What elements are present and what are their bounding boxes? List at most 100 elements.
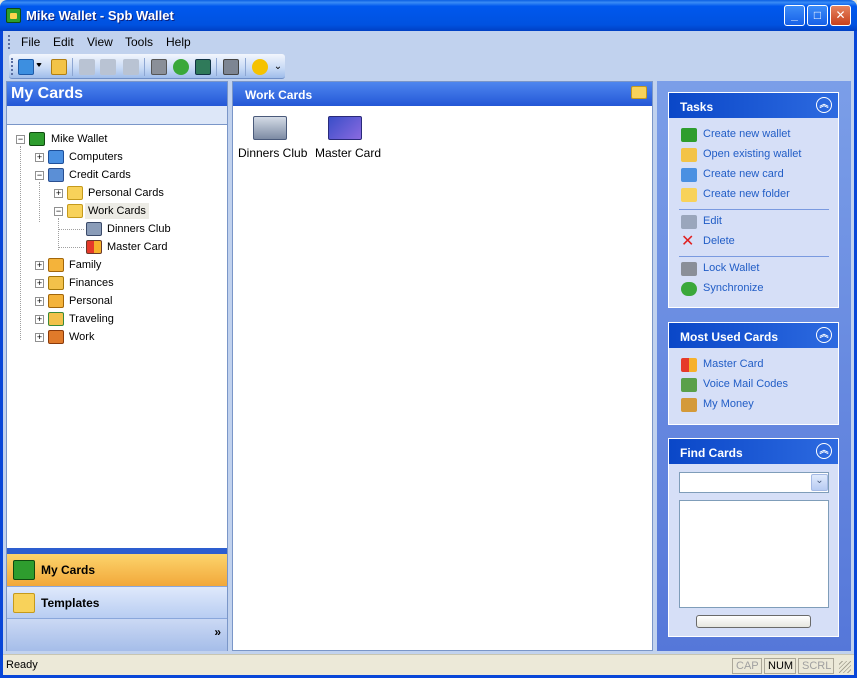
toolbar-separator <box>72 58 73 76</box>
save-icon[interactable] <box>195 59 211 75</box>
tree-expand-toggle[interactable]: + <box>35 279 44 288</box>
toolbar-overflow-icon[interactable]: ⌄ <box>273 62 283 76</box>
menu-view[interactable]: View <box>87 35 113 49</box>
help-icon[interactable] <box>252 59 268 75</box>
menu-file[interactable]: File <box>21 35 40 49</box>
new-card-icon[interactable] <box>18 59 34 75</box>
copy-icon[interactable] <box>100 59 116 75</box>
tree-item-work-cards[interactable]: Work Cards <box>85 203 149 219</box>
paste-icon[interactable] <box>123 59 139 75</box>
tree-collapse-toggle[interactable]: − <box>16 135 25 144</box>
wallet-app-icon[interactable] <box>6 8 21 23</box>
tree-expand-toggle[interactable]: + <box>54 189 63 198</box>
personal-icon <box>48 294 64 308</box>
task-separator <box>679 256 829 257</box>
lock-icon <box>681 262 697 276</box>
synchronize-link[interactable]: Synchronize <box>703 282 764 294</box>
find-button[interactable] <box>696 615 811 628</box>
card-label-master-card[interactable]: Master Card <box>315 146 381 160</box>
new-card-dropdown-icon[interactable] <box>36 63 42 69</box>
dropdown-arrow-icon[interactable]: ⌄ <box>811 474 828 491</box>
credit-card-icon <box>48 168 64 182</box>
resize-grip-icon[interactable] <box>839 661 851 673</box>
finances-icon <box>48 276 64 290</box>
collapse-icon[interactable]: ︽ <box>816 443 832 459</box>
find-cards-title: Find Cards <box>680 446 743 460</box>
tree-item-mike-wallet[interactable]: Mike Wallet <box>51 131 107 147</box>
most-used-master-card-link[interactable]: Master Card <box>703 358 764 370</box>
lock-icon[interactable] <box>151 59 167 75</box>
find-cards-dropdown[interactable]: ⌄ <box>679 472 829 493</box>
find-cards-body: ⌄ <box>669 464 838 636</box>
wallet-icon <box>13 560 35 580</box>
master-card-icon <box>681 358 697 372</box>
tree-collapse-toggle[interactable]: − <box>54 207 63 216</box>
toolbar-separator <box>245 58 246 76</box>
delete-icon: ✕ <box>681 233 695 250</box>
most-used-header[interactable]: Most Used Cards ︽ <box>669 323 838 348</box>
tree-item-dinners-club[interactable]: Dinners Club <box>107 221 171 237</box>
most-used-my-money-link[interactable]: My Money <box>703 398 754 410</box>
most-used-voice-mail-codes-link[interactable]: Voice Mail Codes <box>703 378 788 390</box>
open-existing-wallet-link[interactable]: Open existing wallet <box>703 148 801 160</box>
family-icon <box>48 258 64 272</box>
lock-wallet-link[interactable]: Lock Wallet <box>703 262 759 274</box>
tree-item-computers[interactable]: Computers <box>69 149 123 165</box>
synchronize-icon[interactable] <box>173 59 189 75</box>
status-text: Ready <box>6 659 38 671</box>
delete-link[interactable]: Delete <box>703 235 735 247</box>
maximize-button[interactable]: □ <box>807 5 828 26</box>
task-pane: Tasks ︽ Create new wallet Open existing … <box>657 81 851 651</box>
minimize-button[interactable]: _ <box>784 5 805 26</box>
nav-my-cards-button[interactable]: My Cards <box>7 554 227 586</box>
most-used-body: Master Card Voice Mail Codes My Money <box>669 348 838 424</box>
tree-expand-toggle[interactable]: + <box>35 153 44 162</box>
collapse-icon[interactable]: ︽ <box>816 97 832 113</box>
tree-item-traveling[interactable]: Traveling <box>69 311 114 327</box>
nav-templates-button[interactable]: Templates <box>7 586 227 618</box>
tree-item-personal[interactable]: Personal <box>69 293 112 309</box>
find-cards-header[interactable]: Find Cards ︽ <box>669 439 838 464</box>
card-label-dinners-club[interactable]: Dinners Club <box>238 146 307 160</box>
close-button[interactable]: ✕ <box>830 5 851 26</box>
tree-expand-toggle[interactable]: + <box>35 297 44 306</box>
master-card-icon <box>86 240 102 254</box>
traveling-icon <box>48 312 64 326</box>
tree-expand-toggle[interactable]: + <box>35 333 44 342</box>
toolbar-grip[interactable] <box>11 58 13 75</box>
tasks-body: Create new wallet Open existing wallet C… <box>669 118 838 307</box>
dinners-club-card-icon[interactable] <box>253 116 287 140</box>
create-new-wallet-link[interactable]: Create new wallet <box>703 128 790 140</box>
menu-tools[interactable]: Tools <box>125 35 153 49</box>
menu-grip[interactable] <box>8 35 10 49</box>
tree-item-master-card[interactable]: Master Card <box>107 239 168 255</box>
tree-item-credit-cards[interactable]: Credit Cards <box>69 167 131 183</box>
menu-edit[interactable]: Edit <box>53 35 74 49</box>
new-folder-icon <box>681 188 697 202</box>
work-cards-panel: Work Cards Dinners Club Master Card <box>232 81 653 651</box>
nav-more-button[interactable]: » <box>214 625 221 639</box>
create-new-folder-link[interactable]: Create new folder <box>703 188 790 200</box>
tree-collapse-toggle[interactable]: − <box>35 171 44 180</box>
my-cards-panel: My Cards − Mike Wallet + Computers − Cre… <box>6 81 228 651</box>
tree-item-family[interactable]: Family <box>69 257 101 273</box>
open-folder-icon[interactable] <box>51 59 67 75</box>
tree-item-finances[interactable]: Finances <box>69 275 114 291</box>
tree-item-work[interactable]: Work <box>69 329 94 345</box>
master-card-icon[interactable] <box>328 116 362 140</box>
tree-item-personal-cards[interactable]: Personal Cards <box>88 185 164 201</box>
properties-icon[interactable] <box>223 59 239 75</box>
title-bar[interactable]: Mike Wallet - Spb Wallet _ □ ✕ <box>0 0 857 31</box>
find-cards-text-area[interactable] <box>679 500 829 608</box>
tree-expand-toggle[interactable]: + <box>35 315 44 324</box>
new-card-icon <box>681 168 697 182</box>
caps-lock-indicator: CAP <box>732 658 762 674</box>
menu-help[interactable]: Help <box>166 35 191 49</box>
tasks-header[interactable]: Tasks ︽ <box>669 93 838 118</box>
tree-expand-toggle[interactable]: + <box>35 261 44 270</box>
cut-icon[interactable] <box>79 59 95 75</box>
collapse-icon[interactable]: ︽ <box>816 327 832 343</box>
create-new-card-link[interactable]: Create new card <box>703 168 784 180</box>
dinners-club-card-icon <box>86 222 102 236</box>
edit-link[interactable]: Edit <box>703 215 722 227</box>
